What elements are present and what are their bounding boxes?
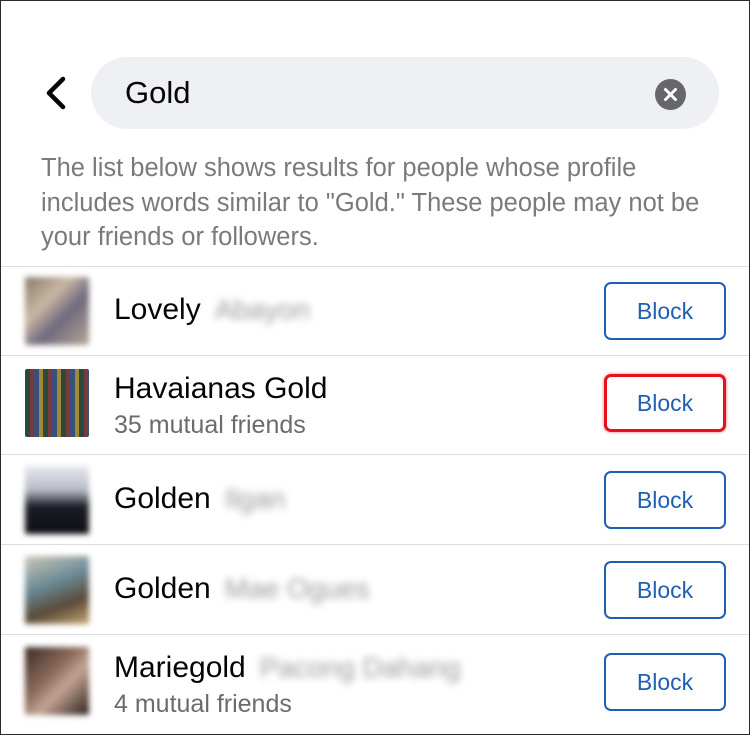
block-button[interactable]: Block — [604, 282, 726, 340]
result-name-blurred: Pacong Dahang — [259, 652, 461, 683]
result-name: Golden — [114, 572, 211, 605]
block-button[interactable]: Block — [604, 653, 726, 711]
search-description: The list below shows results for people … — [41, 154, 700, 251]
clear-search-button[interactable] — [655, 79, 686, 110]
search-input[interactable] — [125, 57, 645, 129]
result-name-blurred: Mae Ogues — [224, 573, 370, 604]
list-item: Havaianas Gold 35 mutual friends Block — [1, 355, 749, 454]
block-button[interactable]: Block — [604, 561, 726, 619]
mutual-friends-count: 35 mutual friends — [114, 411, 306, 439]
avatar — [25, 466, 89, 534]
result-name: Lovely — [114, 293, 201, 326]
result-name: Havaianas Gold — [114, 372, 328, 405]
block-button[interactable]: Block — [604, 374, 726, 432]
back-button[interactable] — [39, 75, 73, 111]
avatar — [25, 556, 89, 624]
chevron-left-icon — [46, 76, 66, 110]
block-button[interactable]: Block — [604, 471, 726, 529]
results-list: Lovely Abayon Block Havaianas Gold 35 mu… — [1, 266, 749, 733]
close-circle-icon — [664, 88, 677, 101]
avatar — [25, 277, 89, 345]
list-item: Mariegold Pacong Dahang 4 mutual friends… — [1, 634, 749, 733]
mutual-friends-count: 4 mutual friends — [114, 690, 292, 718]
list-item: Golden Mae Ogues Block — [1, 544, 749, 634]
result-name-blurred: Abayon — [214, 294, 310, 325]
search-header — [1, 57, 749, 129]
search-bar — [91, 57, 719, 129]
avatar — [25, 647, 89, 715]
result-name: Golden — [114, 482, 211, 515]
list-item: Lovely Abayon Block — [1, 266, 749, 355]
blocking-search-screen: The list below shows results for people … — [0, 0, 750, 735]
list-item: Golden Ilgan Block — [1, 454, 749, 544]
avatar — [25, 369, 89, 437]
result-name-blurred: Ilgan — [224, 483, 286, 514]
result-name: Mariegold — [114, 651, 246, 684]
